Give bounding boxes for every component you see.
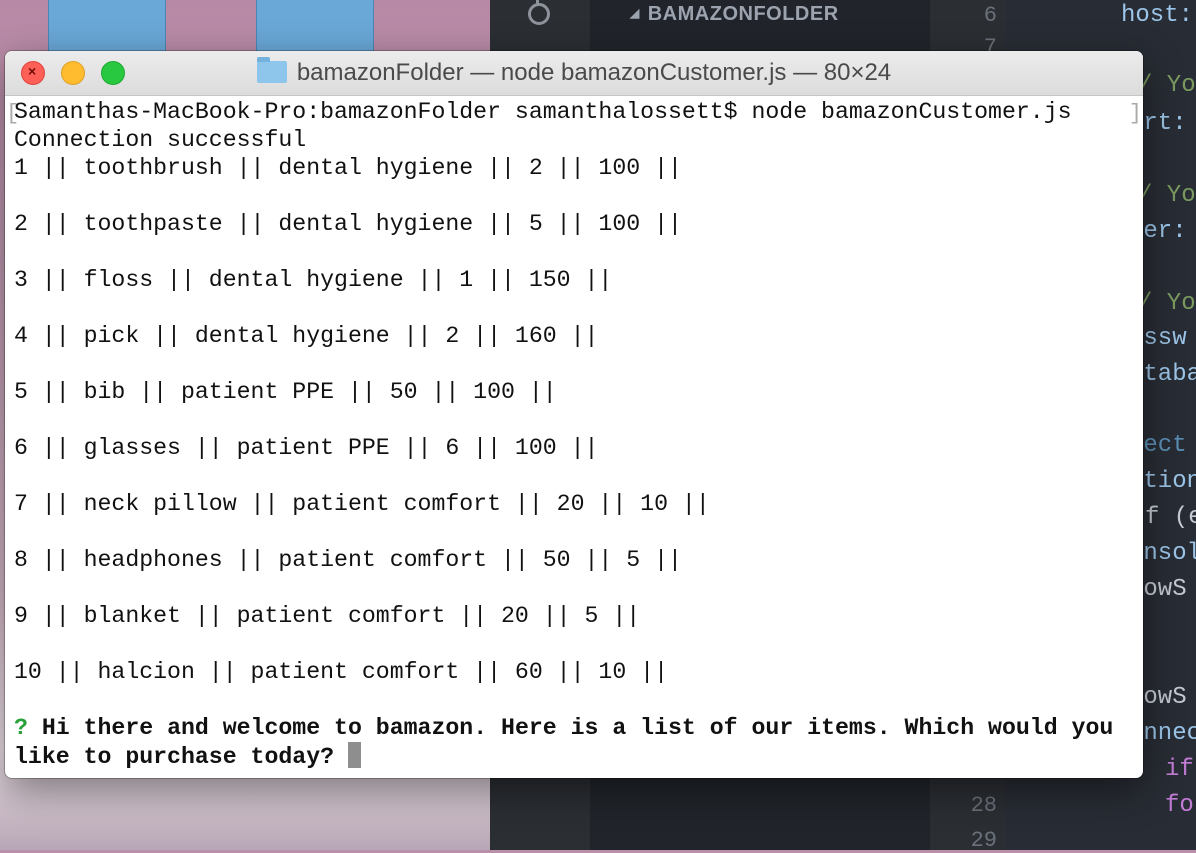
- prompt-text: like to purchase today?: [14, 744, 335, 770]
- source-control-icon[interactable]: [528, 0, 550, 25]
- item-row: 5 || bib || patient PPE || 50 || 100 ||: [14, 379, 557, 405]
- window-title: bamazonFolder — node bamazonCustomer.js …: [296, 59, 892, 86]
- line-number: 6: [983, 3, 997, 28]
- prompt-text: Hi there and welcome to bamazon. Here is…: [41, 715, 1114, 741]
- code-comment: / You: [1138, 182, 1196, 209]
- item-row: 7 || neck pillow || patient comfort || 2…: [14, 491, 710, 517]
- code-text: f (e: [1145, 504, 1196, 531]
- code-comment: / You: [1138, 72, 1196, 99]
- collapse-triangle-icon[interactable]: ◢: [630, 6, 640, 20]
- prompt-question-icon: ?: [14, 715, 28, 741]
- terminal-output[interactable]: Samanthas-MacBook-Pro:bamazonFolder sama…: [5, 96, 1143, 778]
- item-row: 4 || pick || dental hygiene || 2 || 160 …: [14, 323, 599, 349]
- item-row: 8 || headphones || patient comfort || 50…: [14, 547, 682, 573]
- folder-icon: [256, 57, 287, 83]
- code-comment: / You: [1138, 290, 1196, 317]
- item-row: 10 || halcion || patient comfort || 60 |…: [14, 659, 668, 685]
- purchase-prompt-line-1: ? Hi there and welcome to bamazon. Here …: [14, 714, 1143, 742]
- code-text: if: [1165, 756, 1194, 783]
- desktop-icon-2[interactable]: [256, 0, 374, 53]
- item-row: 2 || toothpaste || dental hygiene || 5 |…: [14, 211, 682, 237]
- code-text: fo: [1165, 792, 1194, 819]
- item-row: 6 || glasses || patient PPE || 6 || 100 …: [14, 435, 599, 461]
- window-title-area: bamazonFolder — node bamazonCustomer.js …: [5, 51, 1143, 95]
- code-text: host:: [1121, 2, 1194, 29]
- explorer-folder-header[interactable]: ◢ BAMAZONFOLDER: [630, 3, 839, 26]
- purchase-prompt-line-2[interactable]: like to purchase today?: [14, 742, 1143, 770]
- line-number: 28: [970, 793, 997, 818]
- desktop-icon-1[interactable]: [48, 0, 166, 53]
- explorer-folder-name: BAMAZONFOLDER: [647, 3, 839, 25]
- item-row: 3 || floss || dental hygiene || 1 || 150…: [14, 267, 613, 293]
- line-number: 29: [970, 828, 997, 853]
- terminal-titlebar[interactable]: × bamazonFolder — node bamazonCustomer.j…: [5, 51, 1143, 96]
- command-line: Samanthas-MacBook-Pro:bamazonFolder sama…: [14, 99, 1072, 125]
- terminal-window[interactable]: × bamazonFolder — node bamazonCustomer.j…: [5, 51, 1143, 778]
- connection-status: Connection successful: [14, 127, 307, 153]
- item-row: 1 || toothbrush || dental hygiene || 2 |…: [14, 155, 682, 181]
- item-row: 9 || blanket || patient comfort || 20 ||…: [14, 603, 641, 629]
- text-cursor[interactable]: [347, 742, 361, 768]
